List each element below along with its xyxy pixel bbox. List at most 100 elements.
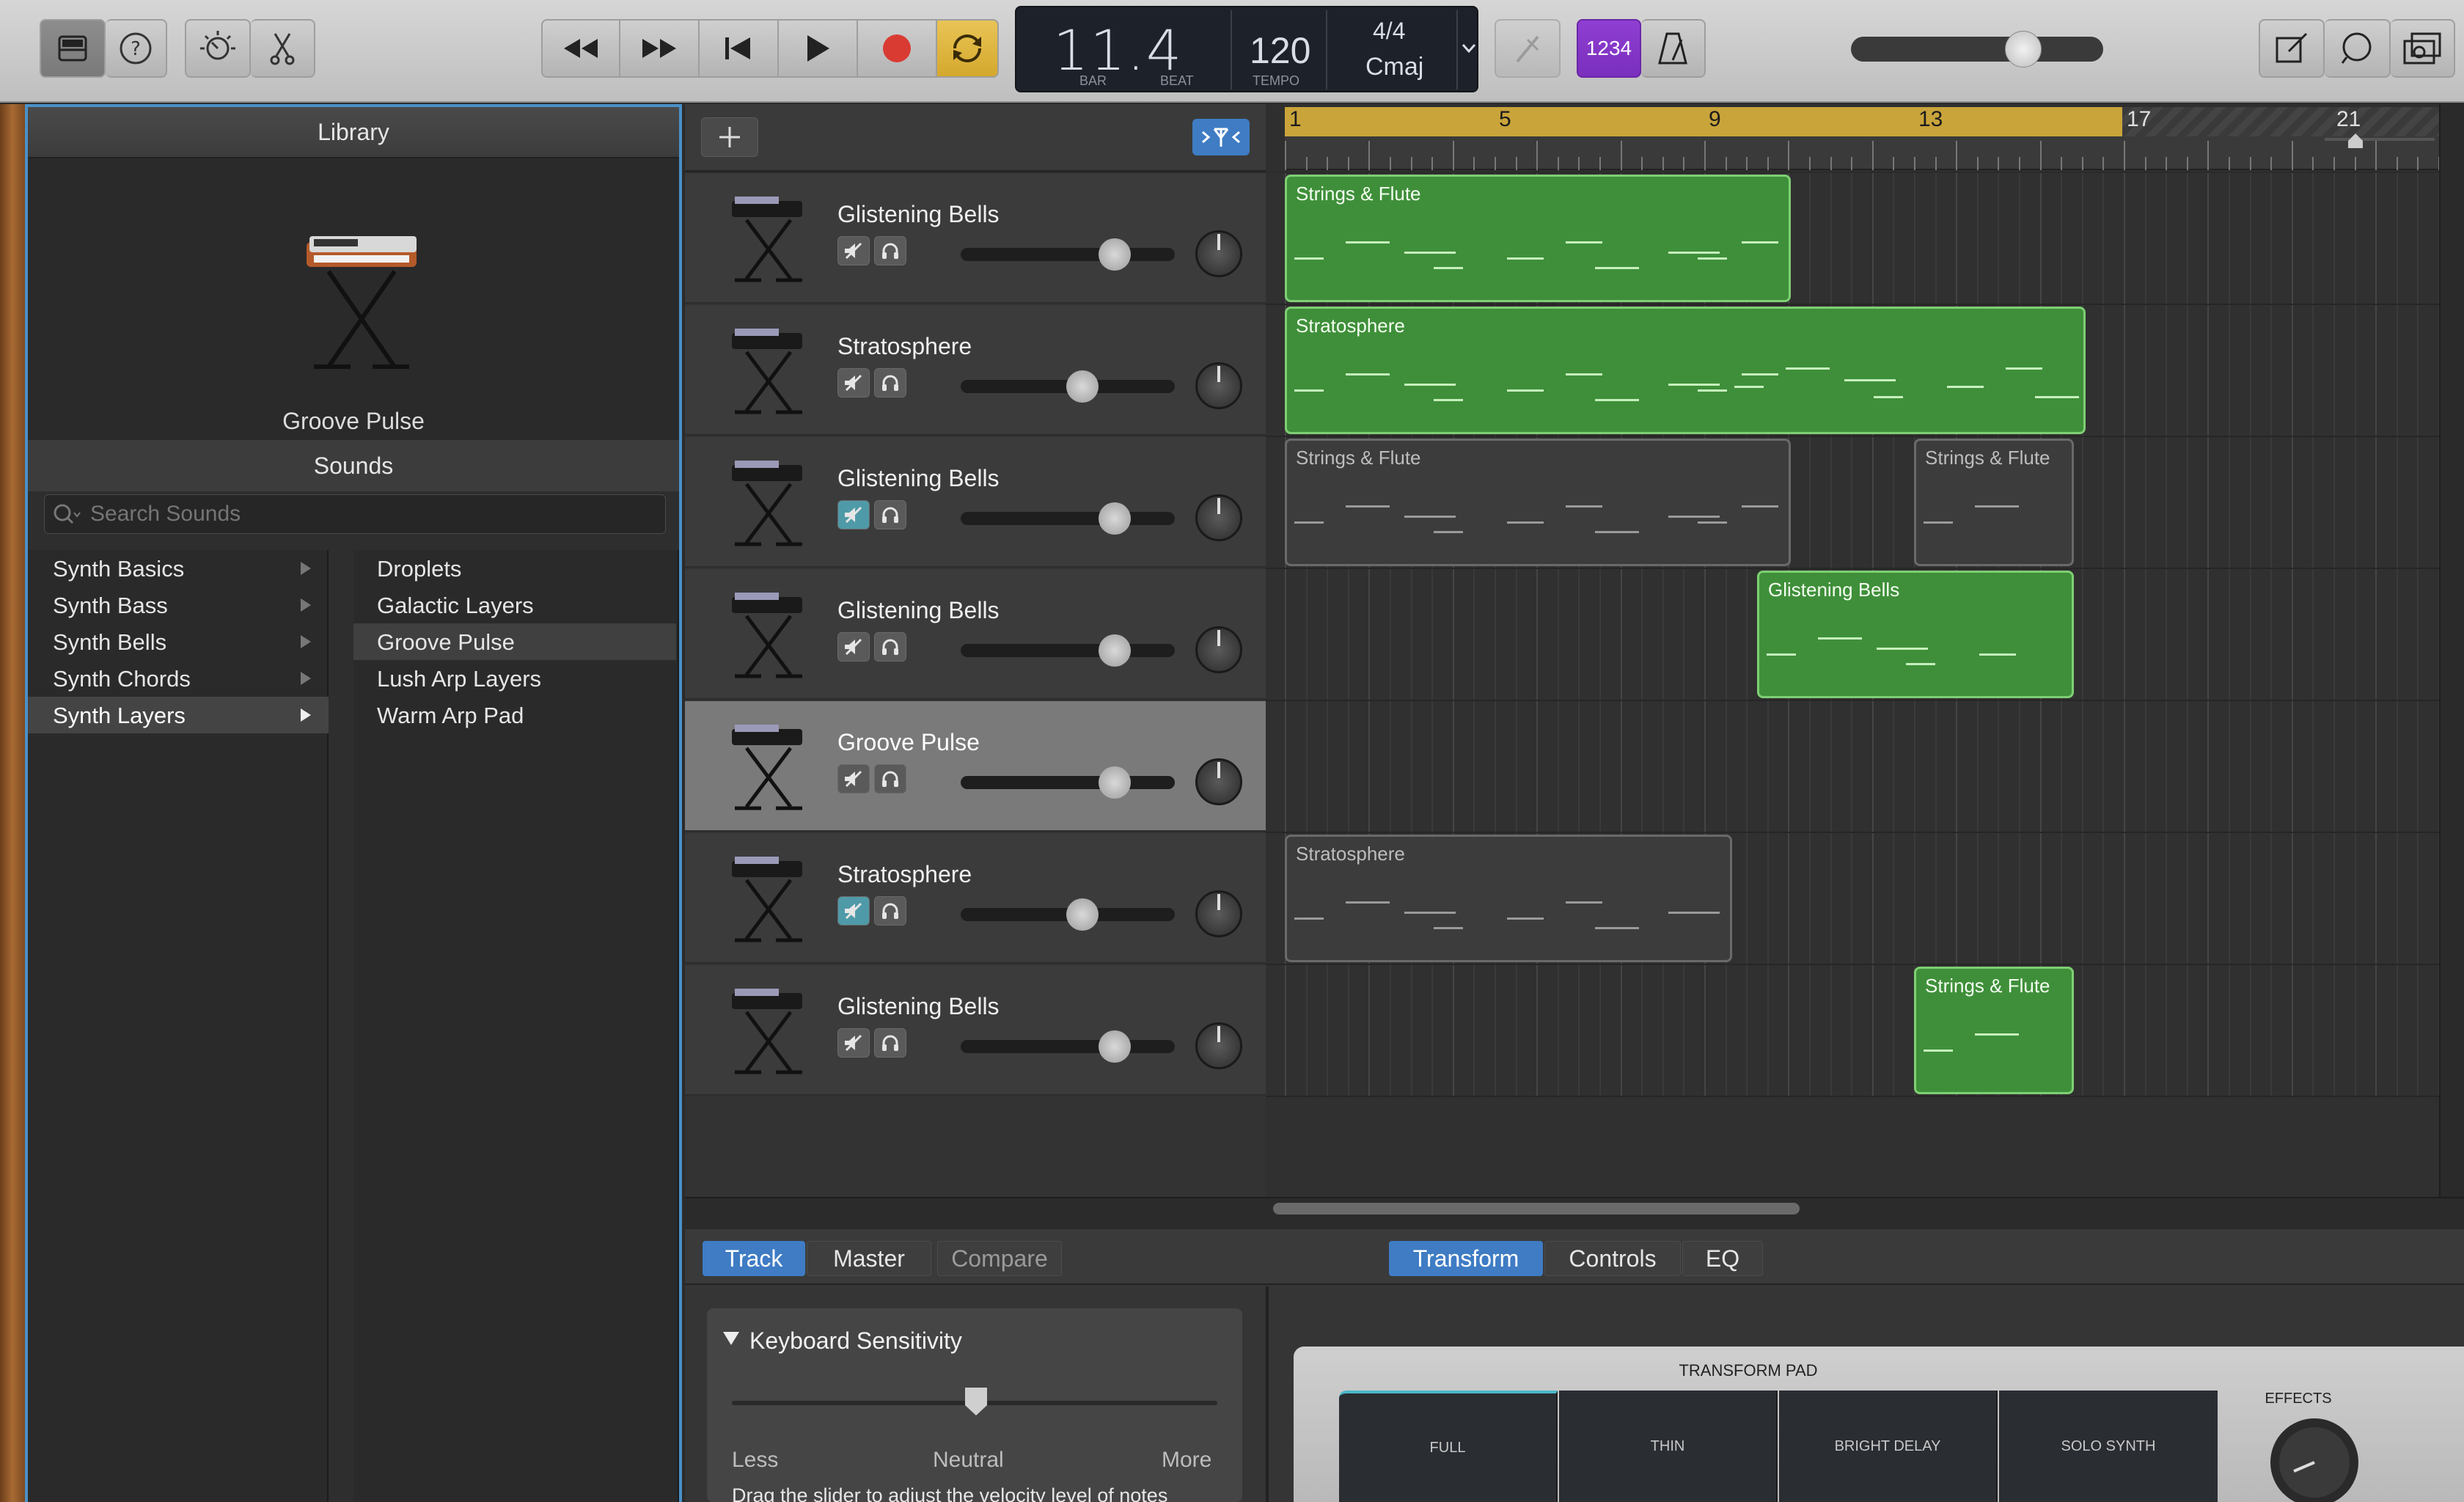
count-in-button[interactable]: 1234: [1577, 19, 1641, 78]
patch-item[interactable]: Galactic Layers: [353, 587, 676, 623]
tracks-grid[interactable]: Strings & Flute Stratosphere Strings & Flu…: [1266, 173, 2440, 1197]
pan-knob[interactable]: [1195, 362, 1242, 409]
tab-track[interactable]: Track: [703, 1241, 805, 1276]
zoom-slider[interactable]: [2325, 132, 2435, 150]
volume-thumb[interactable]: [1099, 766, 1131, 799]
scroll-thumb[interactable]: [1273, 1203, 1800, 1215]
search-input[interactable]: [90, 501, 648, 527]
patch-item[interactable]: Lush Arp Layers: [353, 660, 676, 697]
volume-slider[interactable]: [961, 766, 1175, 799]
category-item[interactable]: Synth Bells: [28, 623, 329, 660]
help-button[interactable]: ?: [106, 19, 167, 78]
volume-slider[interactable]: [961, 634, 1175, 667]
track-header[interactable]: Groove Pulse: [685, 701, 1266, 832]
mute-button[interactable]: [837, 632, 870, 662]
solo-button[interactable]: [874, 236, 906, 265]
solo-button[interactable]: [874, 896, 906, 926]
tuner-button[interactable]: [1495, 19, 1561, 78]
mute-button[interactable]: [837, 896, 870, 926]
pan-knob[interactable]: [1195, 626, 1242, 673]
chevron-down-icon[interactable]: [1461, 43, 1477, 54]
volume-thumb[interactable]: [1099, 238, 1131, 271]
library-button[interactable]: [40, 19, 106, 78]
category-item[interactable]: Synth Bass: [28, 587, 329, 623]
patch-item[interactable]: Droplets: [353, 550, 676, 587]
patch-item-selected[interactable]: Groove Pulse: [353, 623, 676, 660]
rewind-button[interactable]: [541, 19, 620, 78]
tab-controls[interactable]: Controls: [1544, 1241, 1681, 1276]
notepad-button[interactable]: [2259, 19, 2325, 78]
volume-slider[interactable]: [961, 238, 1175, 271]
cycle-button[interactable]: [937, 19, 999, 78]
category-item-selected[interactable]: Synth Layers: [28, 697, 329, 733]
volume-slider[interactable]: [961, 1030, 1175, 1063]
track-header[interactable]: Glistening Bells: [685, 437, 1266, 568]
midi-region[interactable]: Stratosphere: [1285, 835, 1732, 962]
mute-button[interactable]: [837, 500, 870, 530]
pad-thin[interactable]: THIN: [1559, 1391, 1778, 1502]
pan-knob[interactable]: [1195, 494, 1242, 541]
record-button[interactable]: [858, 19, 937, 78]
track-header[interactable]: Stratosphere: [685, 305, 1266, 436]
vertical-scroll-area[interactable]: [2439, 104, 2464, 1197]
effects-knob[interactable]: [2269, 1417, 2360, 1502]
volume-thumb[interactable]: [1099, 1030, 1131, 1063]
mute-button[interactable]: [837, 1028, 870, 1058]
volume-slider[interactable]: [961, 502, 1175, 535]
go-to-beginning-button[interactable]: [700, 19, 779, 78]
smart-controls-button[interactable]: [185, 19, 251, 78]
lcd-display[interactable]: 11.4 BAR BEAT 120 TEMPO 4/4 Cmaj: [1015, 6, 1478, 92]
volume-slider[interactable]: [961, 370, 1175, 403]
track-header[interactable]: Glistening Bells: [685, 965, 1266, 1096]
track-header[interactable]: Stratosphere: [685, 833, 1266, 964]
volume-slider[interactable]: [961, 898, 1175, 931]
volume-thumb[interactable]: [1099, 634, 1131, 667]
mute-button[interactable]: [837, 236, 870, 265]
pad-bright-delay[interactable]: BRIGHT DELAY: [1779, 1391, 1998, 1502]
patch-item[interactable]: Warm Arp Pad: [353, 697, 676, 733]
smart-tempo-button[interactable]: [1192, 119, 1250, 155]
search-sounds-field[interactable]: [44, 494, 666, 534]
pad-full[interactable]: FULL: [1339, 1391, 1558, 1502]
zoom-thumb-icon[interactable]: [2347, 132, 2364, 150]
cycle-region[interactable]: [1285, 107, 2122, 136]
add-track-button[interactable]: [701, 117, 758, 157]
media-browser-button[interactable]: [2391, 19, 2455, 78]
metronome-button[interactable]: [1641, 19, 1706, 78]
midi-region[interactable]: Strings & Flute: [1285, 175, 1791, 302]
tab-master[interactable]: Master: [807, 1241, 931, 1276]
pan-knob[interactable]: [1195, 758, 1242, 805]
volume-thumb[interactable]: [1066, 370, 1099, 403]
midi-region[interactable]: Glistening Bells: [1757, 571, 2074, 698]
category-item[interactable]: Synth Chords: [28, 660, 329, 697]
pan-knob[interactable]: [1195, 1022, 1242, 1069]
pad-solo-synth[interactable]: SOLO SYNTH: [1999, 1391, 2218, 1502]
midi-region[interactable]: Strings & Flute: [1914, 967, 2074, 1094]
pan-knob[interactable]: [1195, 230, 1242, 277]
master-volume-slider[interactable]: [1851, 31, 2103, 67]
play-button[interactable]: [779, 19, 858, 78]
volume-thumb[interactable]: [1066, 898, 1099, 931]
tab-transform[interactable]: Transform: [1389, 1241, 1543, 1276]
disclosure-triangle-icon[interactable]: [722, 1330, 741, 1347]
solo-button[interactable]: [874, 1028, 906, 1058]
mute-button[interactable]: [837, 764, 870, 794]
sensitivity-thumb[interactable]: [964, 1386, 989, 1417]
midi-region[interactable]: Stratosphere: [1285, 307, 2086, 434]
solo-button[interactable]: [874, 500, 906, 530]
editors-button[interactable]: [251, 19, 315, 78]
pan-knob[interactable]: [1195, 890, 1242, 937]
mute-button[interactable]: [837, 368, 870, 398]
tab-compare[interactable]: Compare: [937, 1241, 1062, 1276]
ruler-ticks[interactable]: [1285, 136, 2445, 170]
volume-thumb[interactable]: [1099, 502, 1131, 535]
category-item[interactable]: Synth Basics: [28, 550, 329, 587]
loop-browser-button[interactable]: [2325, 19, 2391, 78]
solo-button[interactable]: [874, 368, 906, 398]
master-volume-thumb[interactable]: [2005, 31, 2042, 67]
midi-region[interactable]: Strings & Flute: [1285, 439, 1791, 566]
fast-forward-button[interactable]: [620, 19, 700, 78]
sensitivity-slider[interactable]: [732, 1388, 1217, 1415]
solo-button[interactable]: [874, 764, 906, 794]
midi-region[interactable]: Strings & Flute: [1914, 439, 2074, 566]
